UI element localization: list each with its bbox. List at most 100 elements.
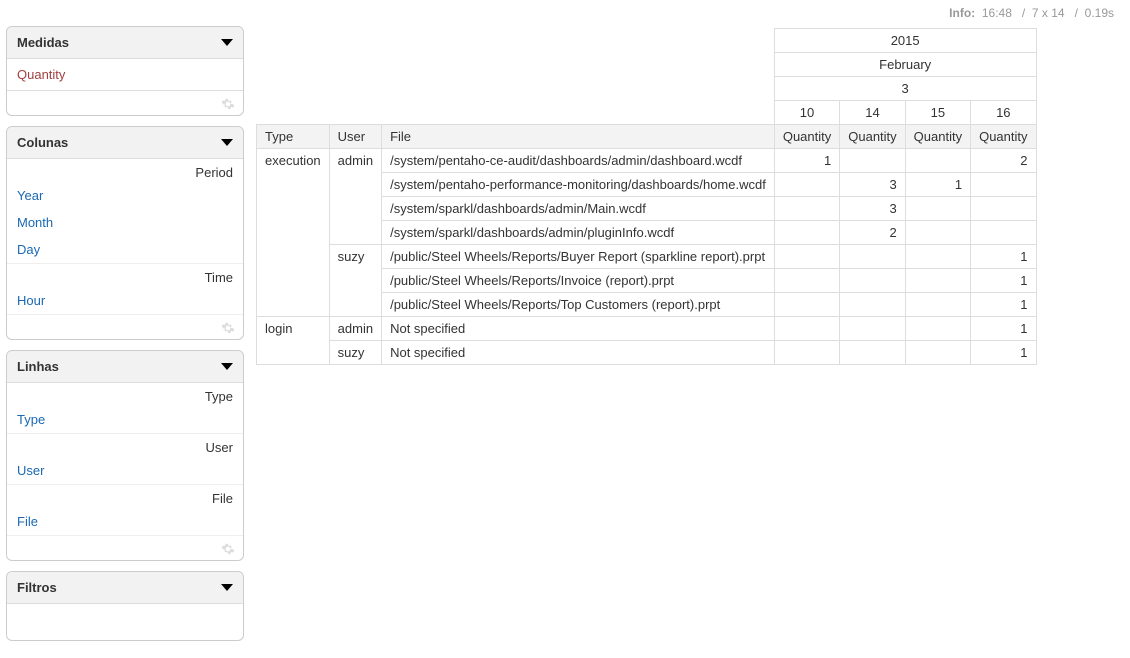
cell-value: 1	[905, 173, 970, 197]
cell-value	[905, 317, 970, 341]
rows-item-type[interactable]: Type	[7, 406, 243, 433]
rows-item-user[interactable]: User	[7, 457, 243, 484]
cell-value	[905, 293, 970, 317]
cell-file[interactable]: /system/sparkl/dashboards/admin/Main.wcd…	[382, 197, 775, 221]
info-label: Info:	[949, 6, 975, 20]
cell-value: 1	[971, 317, 1036, 341]
col-hour[interactable]: 14	[840, 101, 905, 125]
gear-icon[interactable]	[221, 542, 235, 556]
col-measure: Quantity	[774, 125, 839, 149]
columns-group-label: Period	[7, 159, 243, 182]
cell-value: 3	[840, 173, 905, 197]
measures-header[interactable]: Medidas	[7, 27, 243, 59]
rows-header[interactable]: Linhas	[7, 351, 243, 383]
rows-group-label: Type	[7, 383, 243, 406]
chevron-down-icon	[221, 363, 233, 370]
pivot-area: 2015February310141516TypeUserFileQuantit…	[256, 26, 1037, 365]
cell-value: 2	[840, 221, 905, 245]
cell-file[interactable]: Not specified	[382, 341, 775, 365]
cell-value: 1	[971, 245, 1036, 269]
cell-value: 1	[774, 149, 839, 173]
col-day[interactable]: 3	[774, 77, 1036, 101]
columns-header[interactable]: Colunas	[7, 127, 243, 159]
columns-item-hour[interactable]: Hour	[7, 287, 243, 314]
col-hour[interactable]: 16	[971, 101, 1036, 125]
rows-group-label: File	[7, 485, 243, 508]
table-row: executionadmin/system/pentaho-ce-audit/d…	[257, 149, 1037, 173]
cell-user[interactable]: suzy	[329, 341, 381, 365]
columns-group-label: Time	[7, 264, 243, 287]
measures-title: Medidas	[17, 35, 69, 50]
cell-value	[840, 245, 905, 269]
rows-panel: Linhas TypeTypeUserUserFileFile	[6, 350, 244, 561]
cell-value: 1	[971, 293, 1036, 317]
cell-value	[774, 317, 839, 341]
filters-panel: Filtros	[6, 571, 244, 641]
cell-file[interactable]: /public/Steel Wheels/Reports/Buyer Repor…	[382, 245, 775, 269]
cell-file[interactable]: /public/Steel Wheels/Reports/Top Custome…	[382, 293, 775, 317]
chevron-down-icon	[221, 39, 233, 46]
cell-value	[905, 269, 970, 293]
cell-file[interactable]: /system/pentaho-ce-audit/dashboards/admi…	[382, 149, 775, 173]
info-bar: Info: 16:48 / 7 x 14 / 0.19s	[6, 6, 1124, 26]
cell-file[interactable]: /public/Steel Wheels/Reports/Invoice (re…	[382, 269, 775, 293]
cell-type[interactable]: execution	[257, 149, 330, 317]
cell-value	[840, 293, 905, 317]
cell-value	[774, 269, 839, 293]
col-measure: Quantity	[905, 125, 970, 149]
cell-value	[840, 269, 905, 293]
columns-item-day[interactable]: Day	[7, 236, 243, 263]
cell-type[interactable]: login	[257, 317, 330, 365]
columns-item-year[interactable]: Year	[7, 182, 243, 209]
cell-value	[971, 221, 1036, 245]
columns-item-month[interactable]: Month	[7, 209, 243, 236]
cell-file[interactable]: Not specified	[382, 317, 775, 341]
col-month[interactable]: February	[774, 53, 1036, 77]
cell-user[interactable]: admin	[329, 149, 381, 245]
cell-value	[840, 149, 905, 173]
info-time: 16:48	[982, 6, 1012, 20]
col-year[interactable]: 2015	[774, 29, 1036, 53]
measure-item-quantity[interactable]: Quantity	[7, 59, 243, 91]
cell-value	[905, 149, 970, 173]
cell-value	[774, 197, 839, 221]
columns-panel: Colunas PeriodYearMonthDayTimeHour	[6, 126, 244, 340]
cell-value	[774, 221, 839, 245]
rows-group-label: User	[7, 434, 243, 457]
info-duration: 0.19s	[1085, 6, 1114, 20]
table-row: loginadminNot specified1	[257, 317, 1037, 341]
filters-header[interactable]: Filtros	[7, 572, 243, 604]
chevron-down-icon	[221, 139, 233, 146]
cell-file[interactable]: /system/sparkl/dashboards/admin/pluginIn…	[382, 221, 775, 245]
col-hour[interactable]: 15	[905, 101, 970, 125]
cell-value: 2	[971, 149, 1036, 173]
gear-icon[interactable]	[221, 97, 235, 111]
cell-value	[905, 341, 970, 365]
rows-title: Linhas	[17, 359, 59, 374]
cell-value	[774, 173, 839, 197]
filters-title: Filtros	[17, 580, 57, 595]
table-row: suzyNot specified1	[257, 341, 1037, 365]
cell-user[interactable]: admin	[329, 317, 381, 341]
gear-icon[interactable]	[221, 321, 235, 335]
measures-panel: Medidas Quantity	[6, 26, 244, 116]
cell-value	[774, 293, 839, 317]
table-row: suzy/public/Steel Wheels/Reports/Buyer R…	[257, 245, 1037, 269]
row-header-user[interactable]: User	[329, 125, 381, 149]
pivot-table: 2015February310141516TypeUserFileQuantit…	[256, 28, 1037, 365]
cell-value	[840, 317, 905, 341]
cell-value	[774, 341, 839, 365]
row-header-file[interactable]: File	[382, 125, 775, 149]
cell-file[interactable]: /system/pentaho-performance-monitoring/d…	[382, 173, 775, 197]
info-dims: 7 x 14	[1032, 6, 1065, 20]
cell-value	[905, 197, 970, 221]
cell-user[interactable]: suzy	[329, 245, 381, 317]
rows-item-file[interactable]: File	[7, 508, 243, 535]
col-measure: Quantity	[840, 125, 905, 149]
sidebar: Medidas Quantity Colunas PeriodYearMonth…	[6, 26, 244, 641]
row-header-type[interactable]: Type	[257, 125, 330, 149]
cell-value: 1	[971, 269, 1036, 293]
cell-value	[774, 245, 839, 269]
col-hour[interactable]: 10	[774, 101, 839, 125]
chevron-down-icon	[221, 584, 233, 591]
